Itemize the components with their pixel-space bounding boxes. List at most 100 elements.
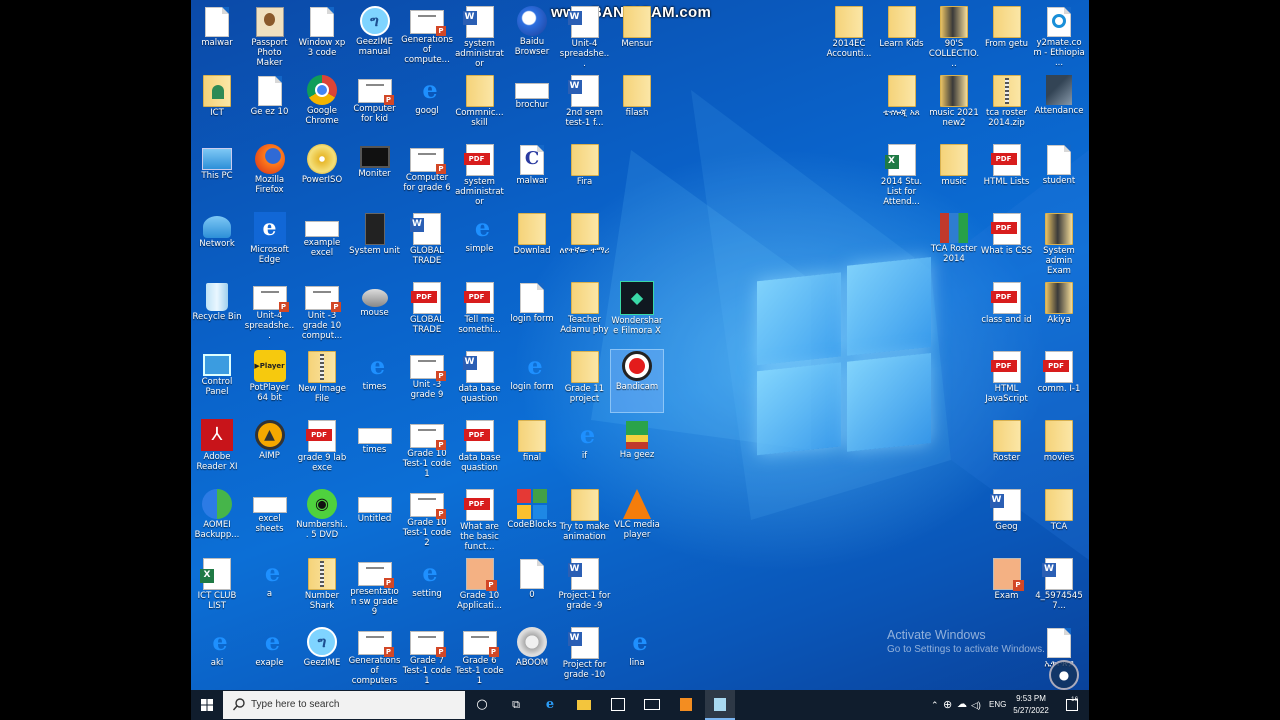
desktop-icon-filash[interactable]: filash	[611, 74, 663, 136]
desktop-icon-data-base-quastion[interactable]: Wdata base quastion	[454, 350, 506, 412]
desktop-icon-malwar[interactable]: Cmalwar	[506, 143, 558, 205]
show-hidden-icons[interactable]: ⌃	[931, 690, 939, 720]
desktop-icon-unit-3-grade-10-comput[interactable]: P Unit -3 grade 10 comput...	[296, 281, 348, 343]
taskbar-sublime[interactable]	[671, 690, 701, 720]
desktop-icon-bandicam[interactable]: Bandicam	[610, 349, 664, 413]
desktop-icon-poweriso[interactable]: PowerISO	[296, 143, 348, 205]
desktop-icon-aomei-backupp[interactable]: AOMEI Backupp...	[191, 488, 243, 550]
desktop-icon-exaple[interactable]: e exaple	[244, 626, 296, 688]
desktop-icon-aimp[interactable]: ▲ AIMP	[244, 419, 296, 481]
desktop-icon-if[interactable]: e if	[559, 419, 611, 481]
desktop-icon-2014-stu-list-for-attend[interactable]: X 2014 Stu. List for Attend...	[876, 143, 928, 207]
desktop-icon-microsoft-edge[interactable]: e Microsoft Edge	[244, 212, 296, 274]
desktop-icon-this-pc[interactable]: This PC	[191, 143, 243, 205]
taskbar-store[interactable]	[603, 690, 633, 720]
desktop-icon-music-2021-new2[interactable]: music 2021 new2	[928, 74, 980, 136]
desktop-icon-codeblocks[interactable]: CodeBlocks	[506, 488, 558, 550]
clock[interactable]: 9:53 PM 5/27/2022	[1007, 693, 1055, 717]
desktop-icon-unit-4-spreadshe[interactable]: P Unit-4 spreadshe...	[244, 281, 296, 343]
desktop-icon-login-form[interactable]: login form	[506, 281, 558, 343]
desktop-icon-number-shark[interactable]: Number Shark	[296, 557, 348, 619]
desktop-icon-a[interactable]: ea	[244, 557, 296, 619]
desktop-icon-geezime[interactable]: ግ GeezIME	[296, 626, 348, 688]
desktop-icon-mouse[interactable]: mouse	[349, 281, 401, 343]
desktop-icon-login-form[interactable]: e login form	[506, 350, 558, 412]
desktop-icon-untitled[interactable]: Untitled	[349, 488, 401, 550]
desktop-icon-item[interactable]: ቴኖሎጂ አጸ	[876, 74, 928, 136]
volume-button[interactable]: ◁)	[971, 690, 981, 720]
desktop-icon-2014ec-accounti[interactable]: 2014EC Accounti...	[823, 5, 875, 67]
desktop-icon-google-chrome[interactable]: Google Chrome	[296, 74, 348, 136]
desktop-icon-grade-10-applicati[interactable]: P Grade 10 Applicati...	[454, 557, 506, 619]
desktop-icon-wondershare-filmora-x[interactable]: ◆ Wondershare Filmora X	[611, 281, 663, 343]
desktop-icon-2nd-sem-test-1-f[interactable]: W 2nd sem test-1 f...	[559, 74, 611, 136]
desktop-icon-grade-11-project[interactable]: Grade 11 project	[559, 350, 611, 412]
desktop-icon-comm-i-1[interactable]: PDF comm. I-1	[1033, 350, 1085, 412]
desktop-icon-passport-photo-maker[interactable]: Passport Photo Maker	[244, 5, 296, 68]
desktop-icon-html-javascript[interactable]: PDF HTML JavaScript	[981, 350, 1033, 412]
desktop-icon-malwar[interactable]: malwar	[191, 5, 243, 67]
desktop-icon-generations-of-compute[interactable]: P Generations of compute...	[401, 5, 453, 67]
desktop-icon-90-s-collectio[interactable]: 90'S COLLECTIO...	[928, 5, 980, 69]
desktop-icon-grade-7-test-1-code-1[interactable]: P Grade 7 Test-1 code 1	[401, 626, 453, 688]
onedrive-tray[interactable]: ☁	[957, 690, 967, 720]
task-view-button[interactable]: ⧉	[501, 690, 531, 720]
taskbar-notepad[interactable]	[705, 690, 735, 720]
desktop-icon-network[interactable]: Network	[191, 212, 243, 274]
desktop-icon-excel-sheets[interactable]: excel sheets	[244, 488, 296, 550]
desktop-icon-potplayer-64-bit[interactable]: ▶Player PotPlayer 64 bit	[244, 350, 296, 412]
desktop-icon-item[interactable]: ለየትኛው ተማሪ	[559, 212, 611, 274]
desktop-icon-what-is-css[interactable]: PDF What is CSS	[981, 212, 1033, 274]
desktop-icon-system-administrator[interactable]: Wsystem administrator	[454, 5, 506, 69]
desktop-icon-brochur[interactable]: brochur	[506, 74, 558, 136]
desktop-icon-fira[interactable]: Fira	[559, 143, 611, 205]
desktop-icon-geog[interactable]: W Geog	[981, 488, 1033, 550]
desktop-icon-system-unit[interactable]: System unit	[349, 212, 401, 274]
desktop[interactable]: www.BANDICAM.com malwarPassport Photo Ma…	[191, 0, 1089, 720]
desktop-icon-system-admin-exam[interactable]: System admin Exam	[1033, 212, 1085, 276]
desktop-icon-geezime-manual[interactable]: ግ GeezIME manual	[349, 5, 401, 67]
desktop-icon-teacher-adamu-phy[interactable]: Teacher Adamu phy	[559, 281, 611, 343]
desktop-icon-example-excel[interactable]: example excel	[296, 212, 348, 274]
desktop-icon-global-trade[interactable]: W GLOBAL TRADE	[401, 212, 453, 274]
desktop-icon-tca-roster-2014-zip[interactable]: tca roster 2014.zip	[981, 74, 1033, 136]
desktop-icon-system-administrator[interactable]: PDF system administrator	[454, 143, 506, 207]
desktop-icon-grade-10-test-1-code-1[interactable]: P Grade 10 Test-1 code 1	[401, 419, 453, 481]
desktop-icon-data-base-quastion[interactable]: PDF data base quastion	[454, 419, 506, 481]
desktop-icon-control-panel[interactable]: Control Panel	[191, 350, 243, 412]
cortana-button[interactable]: ○	[467, 690, 497, 720]
desktop-icon-commnic-skill[interactable]: Commnic... skill	[454, 74, 506, 136]
desktop-icon-attendance[interactable]: Attendance	[1033, 74, 1085, 136]
desktop-icon-grade-10-test-1-code-2[interactable]: P Grade 10 Test-1 code 2	[401, 488, 453, 550]
desktop-icon-computer-for-kid[interactable]: P Computer for kid	[349, 74, 401, 136]
desktop-icon-downlad[interactable]: Downlad	[506, 212, 558, 274]
desktop-icon-setting[interactable]: e setting	[401, 557, 453, 619]
desktop-icon-mensur[interactable]: Mensur	[611, 5, 663, 67]
desktop-icon-tell-me-somethi[interactable]: PDF Tell me somethi...	[454, 281, 506, 343]
desktop-icon-recycle-bin[interactable]: Recycle Bin	[191, 281, 243, 343]
desktop-icon-tca[interactable]: TCA	[1033, 488, 1085, 550]
desktop-icon-project-1-for-grade-9[interactable]: W Project-1 for grade -9	[559, 557, 611, 619]
notification-center[interactable]: 16	[1061, 690, 1083, 720]
network-tray[interactable]: ⊕	[943, 690, 952, 720]
desktop-icon-moniter[interactable]: Moniter	[349, 143, 401, 205]
desktop-icon-generations-of-computers[interactable]: P Generations of computers	[349, 626, 401, 688]
desktop-icon-mozilla-firefox[interactable]: Mozilla Firefox	[244, 143, 296, 205]
desktop-icon-window-xp-3-code[interactable]: Window xp 3 code	[296, 5, 348, 67]
desktop-icon-lina[interactable]: e lina	[611, 626, 663, 688]
desktop-icon-simple[interactable]: e simple	[454, 212, 506, 274]
desktop-icon-4-59745457[interactable]: W 4_59745457...	[1033, 557, 1085, 619]
desktop-icon-exam[interactable]: P Exam	[981, 557, 1033, 619]
desktop-icon-html-lists[interactable]: PDF HTML Lists	[981, 143, 1033, 205]
desktop-icon-tca-roster-2014[interactable]: TCA Roster 2014	[928, 212, 980, 274]
desktop-icon-akiya[interactable]: Akiya	[1033, 281, 1085, 343]
desktop-icon-music[interactable]: music	[928, 143, 980, 205]
taskbar-search-box[interactable]: Type here to search	[223, 691, 465, 719]
desktop-icon-ha-geez[interactable]: Ha geez	[611, 419, 663, 481]
desktop-icon-0[interactable]: 0	[506, 557, 558, 619]
desktop-icon-student[interactable]: student	[1033, 143, 1085, 205]
desktop-icon-learn-kids[interactable]: Learn Kids	[876, 5, 928, 67]
desktop-icon-times[interactable]: times	[349, 419, 401, 481]
desktop-icon-from-getu[interactable]: From getu	[981, 5, 1033, 67]
desktop-icon-grade-9-lab-exce[interactable]: PDF grade 9 lab exce	[296, 419, 348, 481]
